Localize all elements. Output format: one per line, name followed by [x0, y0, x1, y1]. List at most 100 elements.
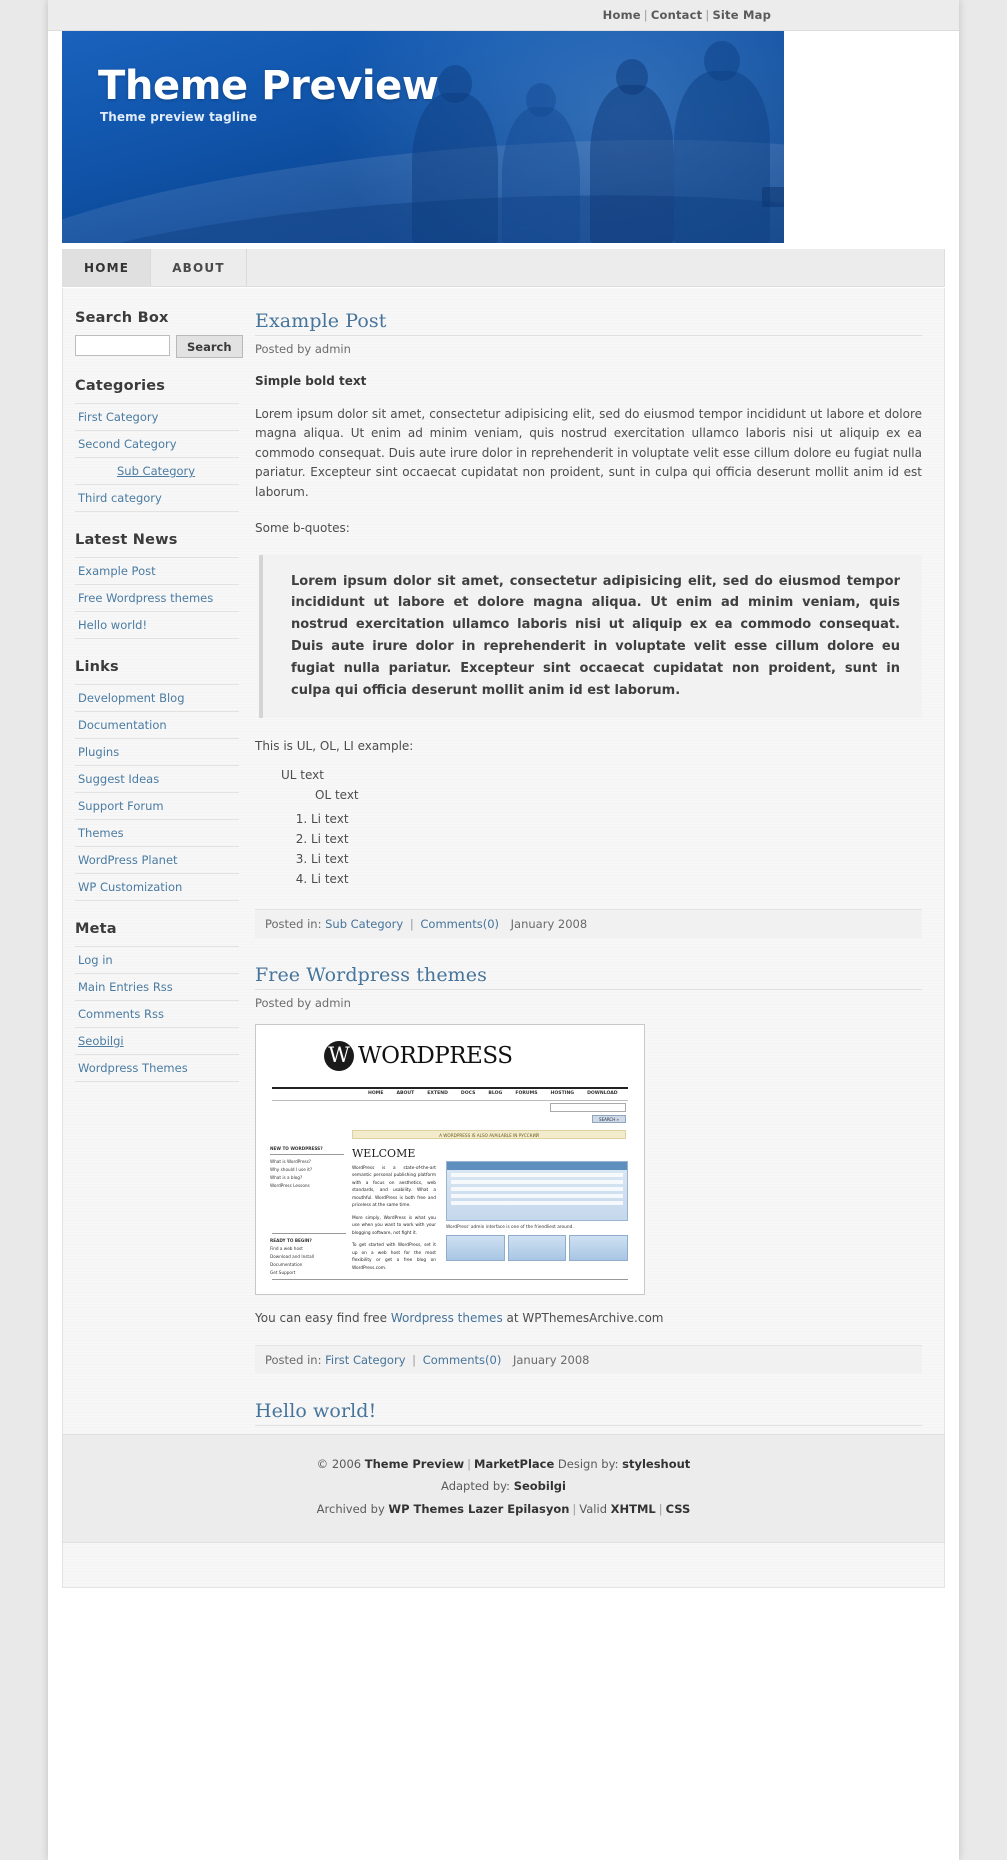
screenshot-bottom-rule: [272, 1278, 628, 1280]
nav-link-home[interactable]: HOME: [63, 249, 152, 286]
screenshot-left-column: NEW TO WORDPRESS? What is WordPress? Why…: [270, 1145, 344, 1190]
sidebar-item-wordpress-planet[interactable]: WordPress Planet: [75, 847, 239, 873]
list-item[interactable]: Log in: [75, 946, 239, 974]
screenshot-header: W WORDPRESS: [272, 1039, 628, 1089]
post-category-link[interactable]: First Category: [325, 1353, 405, 1367]
site-title: Theme Preview: [98, 63, 439, 109]
list-item[interactable]: Sub Category: [75, 458, 239, 485]
sidebar-item-plugins[interactable]: Plugins: [75, 739, 239, 765]
sidebar: Search Box Search Categories First Categ…: [63, 288, 243, 1122]
list-item[interactable]: Plugins: [75, 739, 239, 766]
silhouette-person-1: [412, 65, 498, 243]
list-item: UL text: [281, 767, 324, 782]
screenshot-theme-thumbnails: [446, 1234, 629, 1261]
sidebar-item-comments-rss[interactable]: Comments Rss: [75, 1001, 239, 1027]
sidebar-item-support-forum[interactable]: Support Forum: [75, 793, 239, 819]
sidebar-item-third-category[interactable]: Third category: [75, 485, 239, 511]
list-item[interactable]: First Category: [75, 403, 239, 431]
footer-adapted-label: Adapted by:: [441, 1479, 514, 1494]
wordpress-themes-link[interactable]: Wordpress themes: [391, 1311, 503, 1325]
search-button[interactable]: Search: [176, 335, 243, 358]
sidebar-item-free-wordpress-themes[interactable]: Free Wordpress themes: [75, 585, 239, 611]
list-item[interactable]: Example Post: [75, 557, 239, 585]
footer-brand: Theme Preview: [364, 1457, 465, 1471]
sidebar-item-second-category[interactable]: Second Category: [75, 431, 239, 457]
sidebar-item-log-in[interactable]: Log in: [75, 947, 239, 973]
sidebar-item-suggest-ideas[interactable]: Suggest Ideas: [75, 766, 239, 792]
top-link-home[interactable]: Home: [603, 8, 641, 22]
top-link-contact[interactable]: Contact: [651, 8, 703, 22]
sidebar-item-documentation[interactable]: Documentation: [75, 712, 239, 738]
widget-search: Search Box Search: [75, 310, 243, 358]
footer-valid-label: Valid: [579, 1501, 611, 1516]
post-comments-link[interactable]: Comments(0): [423, 1353, 502, 1367]
post-bold-lead: Simple bold text: [255, 374, 367, 388]
sidebar-item-example-post[interactable]: Example Post: [75, 558, 239, 584]
nav-item-home[interactable]: HOME: [63, 249, 152, 286]
silhouette-briefcase: [762, 187, 784, 207]
post-nested-list: OL text: [281, 788, 922, 802]
nav-item-about[interactable]: ABOUT: [151, 249, 247, 286]
screenshot-nav: HOME ABOUT EXTEND DOCS BLOG FORUMS HOSTI…: [272, 1091, 628, 1101]
list-item[interactable]: WordPress Planet: [75, 847, 239, 874]
widget-latest-news: Latest News Example Post Free Wordpress …: [75, 532, 239, 639]
footer-xhtml-link[interactable]: XHTML: [611, 1502, 656, 1516]
list-item[interactable]: WP Customization: [75, 874, 239, 901]
footer-adapted-value[interactable]: Seobilgi: [514, 1479, 566, 1493]
search-input[interactable]: [75, 335, 170, 356]
list-item[interactable]: Support Forum: [75, 793, 239, 820]
wordpress-logo-word: WORDPRESS: [358, 1042, 513, 1069]
screenshot-left-heading: NEW TO WORDPRESS?: [270, 1145, 344, 1155]
footer-line-3: Archived by WP Themes Lazer Epilasyon | Va…: [63, 1498, 944, 1520]
post-comments-link[interactable]: Comments(0): [420, 917, 499, 931]
nav-link-about[interactable]: ABOUT: [151, 249, 247, 286]
list-item[interactable]: Seobilgi: [75, 1028, 239, 1055]
screenshot-nav-item: EXTEND: [427, 1090, 448, 1096]
list-item[interactable]: Themes: [75, 820, 239, 847]
post-title[interactable]: Example Post: [255, 310, 922, 336]
screenshot-admin-preview: [446, 1160, 628, 1221]
screenshot-admin-row: [451, 1172, 623, 1177]
screenshot-nav-item: HOME: [368, 1090, 384, 1096]
sidebar-item-seobilgi[interactable]: Seobilgi: [75, 1028, 239, 1054]
screenshot-thumb: [446, 1234, 505, 1261]
sidebar-item-development-blog[interactable]: Development Blog: [75, 685, 239, 711]
screenshot-ready-item: Documentation: [270, 1261, 303, 1267]
top-link-separator-2: |: [705, 8, 710, 22]
post-meta: Posted in: First Category | Comments(0) …: [255, 1344, 922, 1374]
list-item: Li text: [311, 809, 922, 829]
sidebar-item-main-entries-rss[interactable]: Main Entries Rss: [75, 974, 239, 1000]
footer-css-link[interactable]: CSS: [666, 1502, 691, 1516]
footer-designer[interactable]: styleshout: [622, 1457, 690, 1471]
post-title[interactable]: Hello world!: [255, 1400, 922, 1426]
list-item[interactable]: Documentation: [75, 712, 239, 739]
screenshot-paragraph-2: More simply, WordPress is what you use w…: [352, 1215, 436, 1236]
posted-in-label: Posted in:: [265, 916, 322, 931]
top-utility-bar: Home | Contact | Site Map: [48, 0, 959, 31]
post-category-link[interactable]: Sub Category: [325, 917, 403, 931]
screenshot-left-item: What is WordPress?: [270, 1158, 312, 1164]
list-item[interactable]: Third category: [75, 485, 239, 512]
links-list: Development Blog Documentation Plugins S…: [75, 684, 239, 901]
sidebar-item-wp-customization[interactable]: WP Customization: [75, 874, 239, 900]
list-item[interactable]: Development Blog: [75, 684, 239, 712]
search-form[interactable]: Search: [75, 335, 243, 358]
sidebar-item-sub-category[interactable]: Sub Category: [75, 458, 239, 484]
sidebar-item-hello-world[interactable]: Hello world!: [75, 612, 239, 638]
footer-archived-value[interactable]: WP Themes Lazer Epilasyon: [388, 1502, 569, 1516]
sidebar-item-first-category[interactable]: First Category: [75, 404, 239, 430]
silhouette-person-2: [502, 83, 580, 243]
sidebar-item-themes[interactable]: Themes: [75, 820, 239, 846]
widget-meta: Meta Log in Main Entries Rss Comments Rs…: [75, 921, 239, 1082]
list-item[interactable]: Second Category: [75, 431, 239, 458]
list-item[interactable]: Main Entries Rss: [75, 974, 239, 1001]
list-item[interactable]: Free Wordpress themes: [75, 585, 239, 612]
list-item[interactable]: Hello world!: [75, 612, 239, 639]
list-item[interactable]: Wordpress Themes: [75, 1055, 239, 1082]
list-item[interactable]: Suggest Ideas: [75, 766, 239, 793]
post-title[interactable]: Free Wordpress themes: [255, 964, 922, 990]
top-link-site-map[interactable]: Site Map: [712, 8, 771, 22]
list-item[interactable]: Comments Rss: [75, 1001, 239, 1028]
sidebar-item-wordpress-themes[interactable]: Wordpress Themes: [75, 1055, 239, 1081]
footer-archived-label: Archived by: [316, 1501, 389, 1516]
